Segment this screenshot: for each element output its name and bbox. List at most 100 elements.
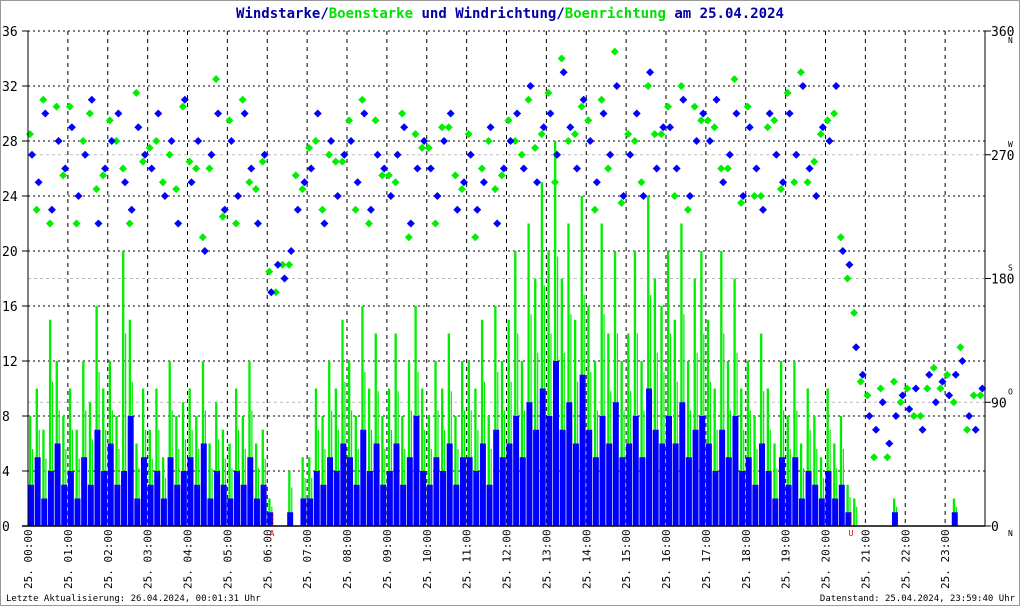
wind-bar — [54, 443, 61, 526]
wind-bar — [725, 457, 732, 526]
wind-bar — [506, 443, 513, 526]
wind-bar — [187, 457, 194, 526]
title-part: Windstarke — [236, 6, 320, 22]
wind-bar — [41, 498, 48, 526]
wind-bar — [699, 416, 706, 526]
wind-bar — [599, 416, 606, 526]
x-tick-label: 25. 18:00 — [740, 529, 753, 589]
x-tick-label: 25. 03:00 — [142, 529, 155, 589]
wind-bar — [247, 457, 254, 526]
wind-bar — [606, 443, 613, 526]
wind-bar — [519, 457, 526, 526]
wind-bar — [832, 498, 839, 526]
wind-bar — [386, 471, 393, 526]
wind-bar — [234, 471, 241, 526]
wind-bar — [951, 512, 958, 526]
wind-bar — [765, 471, 772, 526]
wind-bar — [453, 484, 460, 526]
x-tick-label: 25. 13:00 — [540, 529, 553, 589]
wind-bar — [114, 484, 121, 526]
wind-bar — [626, 443, 633, 526]
last-update-text: Letzte Aktualisierung: 26.04.2024, 00:01… — [6, 594, 261, 604]
wind-bar — [526, 402, 533, 526]
wind-bar — [420, 471, 427, 526]
wind-bar — [838, 484, 845, 526]
wind-bar — [646, 388, 653, 526]
x-tick-label: 25. 05:00 — [221, 529, 234, 589]
wind-bar — [340, 443, 347, 526]
wind-bar — [586, 429, 593, 526]
right-tick-label: 90 — [991, 396, 1007, 411]
wind-bar — [732, 416, 739, 526]
wind-bar — [566, 402, 573, 526]
wind-bar — [194, 484, 201, 526]
wind-bar — [300, 498, 307, 526]
wind-bar — [639, 457, 646, 526]
wind-bar — [493, 429, 500, 526]
x-tick-label: 25. 11:00 — [461, 529, 474, 589]
wind-bar — [632, 416, 639, 526]
wind-bar — [34, 457, 41, 526]
wind-bar — [347, 457, 353, 526]
wind-bar — [778, 457, 785, 526]
x-tick-label: 25. 20:00 — [820, 529, 833, 589]
title-part: / — [556, 6, 564, 22]
wind-bar — [572, 443, 579, 526]
wind-bar — [28, 484, 34, 526]
x-tick-label: 25. 04:00 — [182, 529, 195, 589]
wind-bar — [140, 457, 147, 526]
x-tick-label: 25. 15:00 — [620, 529, 633, 589]
wind-bar — [406, 457, 413, 526]
wind-bar — [459, 457, 466, 526]
wind-bar — [87, 484, 94, 526]
wind-bar — [712, 471, 719, 526]
x-tick-label: 25. 02:00 — [102, 529, 115, 589]
right-tick-label: 270 — [991, 149, 1014, 164]
x-tick-label: 25. 14:00 — [580, 529, 593, 589]
wind-bar — [200, 443, 207, 526]
wind-bar — [353, 484, 360, 526]
wind-bar — [260, 484, 267, 526]
wind-chart-page: Windstarke/Boenstarke und Windrichtung/B… — [0, 0, 1020, 606]
wind-bar — [559, 429, 566, 526]
compass-label: W — [1008, 140, 1013, 149]
wind-bar — [533, 429, 540, 526]
wind-bar — [333, 471, 340, 526]
title-part: Windrichtung — [455, 6, 556, 22]
wind-bar — [612, 402, 619, 526]
wind-bar — [267, 512, 274, 526]
wind-bar — [666, 416, 672, 526]
wind-bar — [659, 443, 666, 526]
wind-bar — [466, 457, 473, 526]
compass-label: O — [1008, 387, 1013, 396]
wind-bar — [499, 457, 506, 526]
title-part: am 25.04.2024 — [666, 6, 784, 22]
wind-bar — [47, 471, 54, 526]
wind-bar — [101, 471, 108, 526]
wind-bar — [121, 471, 128, 526]
wind-bar — [207, 498, 214, 526]
sunrise-marker: A — [270, 529, 275, 538]
wind-bar — [685, 457, 692, 526]
wind-bar — [440, 471, 447, 526]
wind-bar — [446, 443, 453, 526]
wind-bar — [147, 484, 154, 526]
wind-bar — [433, 457, 440, 526]
wind-bar — [792, 457, 799, 526]
wind-bar — [692, 429, 699, 526]
wind-bar — [400, 484, 407, 526]
x-tick-label: 25. 17:00 — [700, 529, 713, 589]
x-tick-label: 25. 00:00 — [22, 529, 35, 589]
x-tick-label: 25. 19:00 — [780, 529, 793, 589]
wind-bar — [214, 471, 221, 526]
wind-bar — [772, 498, 779, 526]
wind-bar — [818, 498, 825, 526]
gust-bar — [853, 498, 856, 526]
wind-bar — [739, 471, 746, 526]
wind-bar — [134, 498, 141, 526]
wind-chart: Windstarke/Boenstarke und Windrichtung/B… — [0, 0, 1020, 606]
wind-bar — [81, 457, 88, 526]
wind-bar — [672, 443, 679, 526]
wind-bar — [745, 457, 752, 526]
gust-bar — [856, 506, 858, 526]
